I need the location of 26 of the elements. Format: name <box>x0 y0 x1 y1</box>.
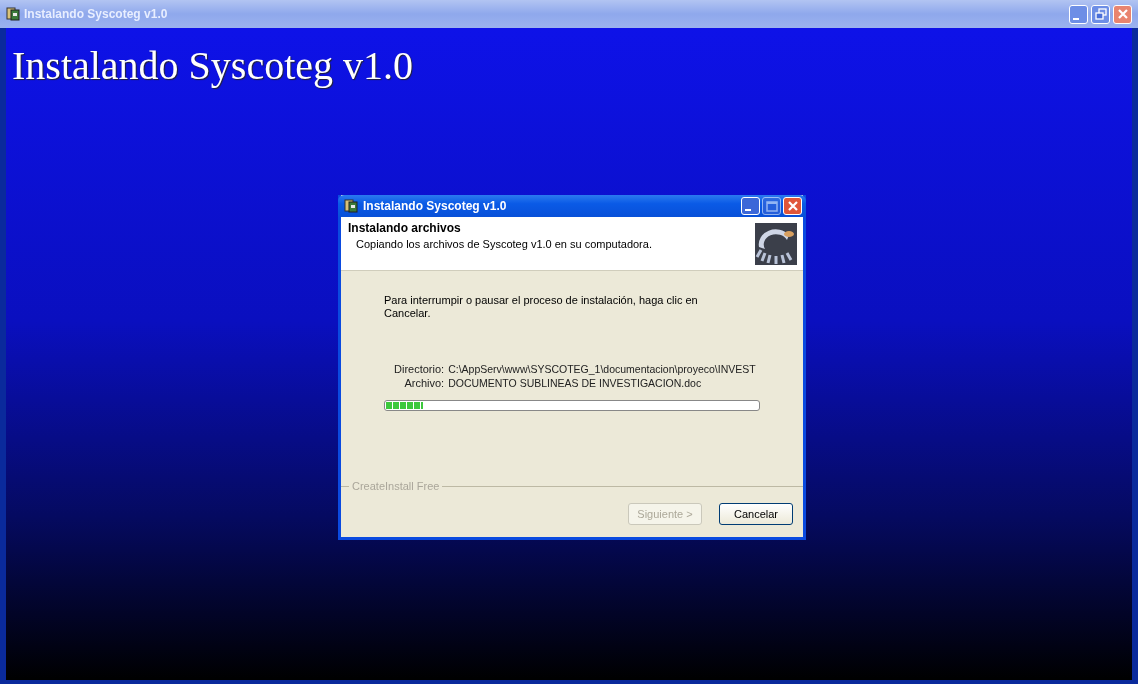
field-label: Archivo: <box>403 377 445 389</box>
banner-title: Instalando Syscoteg v1.0 <box>11 42 415 89</box>
field-label: Directorio: <box>393 363 445 375</box>
minimize-button[interactable] <box>1069 4 1088 24</box>
installer-icon <box>6 7 20 21</box>
window-title: Instalando Syscoteg v1.0 <box>24 7 168 21</box>
footer-label: CreateInstall Free <box>352 480 440 492</box>
restore-icon <box>1094 8 1107 20</box>
field-value: DOCUMENTO SUBLINEAS DE INVESTIGACION.doc <box>448 377 703 389</box>
minimize-button[interactable] <box>741 197 760 215</box>
header-title: Instalando archivos <box>348 221 462 235</box>
minimize-icon <box>745 209 751 211</box>
restore-button[interactable] <box>1091 4 1110 24</box>
minimize-icon <box>1073 17 1079 20</box>
dialog-title: Instalando Syscoteg v1.0 <box>363 199 507 213</box>
close-button[interactable] <box>1113 4 1132 24</box>
close-button[interactable] <box>783 197 802 215</box>
close-icon <box>1117 9 1128 19</box>
wizard-button[interactable]: Cancelar <box>719 503 793 525</box>
field-value: C:\AppServ\www\SYSCOTEG_1\documentacion\proyeco\INVEST <box>448 363 756 375</box>
close-icon <box>787 201 798 211</box>
header-subtitle: Copiando los archivos de Syscoteg v1.0 en su computadora. <box>356 238 653 250</box>
arc-logo-icon <box>755 223 797 265</box>
maximize-icon <box>765 200 778 212</box>
instruction-text: Para interrumpir o pausar el proceso de instalación, haga clic en Cancelar. <box>384 294 699 320</box>
installer-icon <box>344 199 358 213</box>
